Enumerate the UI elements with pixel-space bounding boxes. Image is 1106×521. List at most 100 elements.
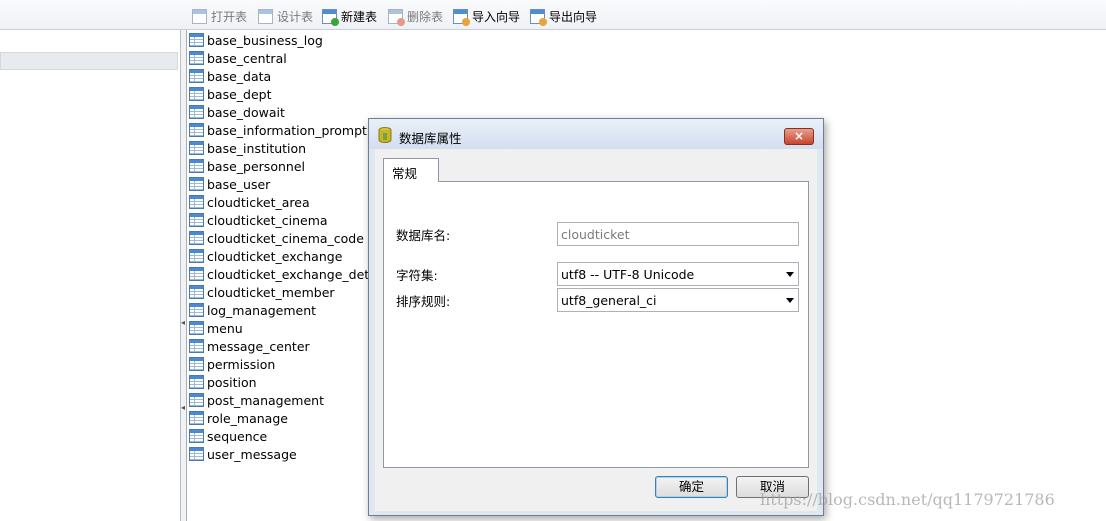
table-name: base_data (207, 68, 272, 84)
export-wizard-button[interactable]: 导出向导 (530, 6, 597, 26)
pane-splitter[interactable] (181, 30, 187, 521)
table-icon (189, 249, 204, 263)
ok-button[interactable]: 确定 (655, 476, 728, 498)
db-name-value: cloudticket (561, 227, 630, 242)
table-icon (189, 411, 204, 425)
table-item[interactable]: base_user (189, 175, 270, 193)
collation-label: 排序规则: (396, 294, 451, 309)
table-icon (189, 105, 204, 119)
table-item[interactable]: base_personnel (189, 157, 305, 175)
table-icon (189, 33, 204, 47)
dialog-title: 数据库属性 (399, 131, 462, 146)
table-item[interactable]: permission (189, 355, 275, 373)
open-table-button[interactable]: 打开表 (192, 6, 247, 26)
table-name: base_information_prompt (207, 122, 367, 138)
chevron-down-icon (786, 298, 794, 303)
collation-select[interactable]: utf8_general_ci (557, 288, 799, 312)
collapse-left-icon[interactable]: ◂ (181, 318, 185, 328)
charset-label: 字符集: (396, 268, 438, 283)
table-item[interactable]: post_management (189, 391, 324, 409)
table-name: cloudticket_member (207, 284, 335, 300)
delete-table-label: 删除表 (407, 9, 444, 24)
table-item[interactable]: menu (189, 319, 243, 337)
table-item[interactable]: role_manage (189, 409, 288, 427)
collation-value: utf8_general_ci (561, 293, 657, 308)
table-item[interactable]: user_message (189, 445, 297, 463)
table-item[interactable]: base_dowait (189, 103, 285, 121)
table-name: sequence (207, 428, 268, 444)
table-list: base_business_log base_central base_data… (189, 30, 389, 521)
import-wizard-icon (453, 8, 470, 26)
design-table-icon (258, 8, 273, 24)
table-item[interactable]: sequence (189, 427, 267, 445)
table-item[interactable]: cloudticket_member (189, 283, 335, 301)
table-item[interactable]: base_data (189, 67, 271, 85)
table-name: base_personnel (207, 158, 305, 174)
table-item[interactable]: position (189, 373, 257, 391)
table-item[interactable]: cloudticket_exchange_detail (189, 265, 384, 283)
connection-tree-pane[interactable] (0, 30, 181, 521)
tab-general[interactable]: 常规 (383, 158, 439, 182)
table-item[interactable]: cloudticket_area (189, 193, 310, 211)
import-wizard-label: 导入向导 (472, 9, 521, 24)
table-name: role_manage (207, 410, 288, 426)
table-icon (189, 213, 204, 227)
table-icon (189, 231, 204, 245)
watermark: https://blog.csdn.net/qq1179721786 (760, 490, 1055, 509)
table-name: permission (207, 356, 276, 372)
export-wizard-icon (530, 8, 547, 26)
new-table-button[interactable]: 新建表 (322, 6, 377, 26)
table-item[interactable]: cloudticket_cinema (189, 211, 328, 229)
table-item[interactable]: base_information_prompt (189, 121, 367, 139)
db-name-label: 数据库名: (396, 228, 451, 243)
general-tab-panel: 数据库名: cloudticket 字符集: utf8 -- UTF-8 Uni… (383, 181, 809, 468)
table-item[interactable]: log_management (189, 301, 316, 319)
table-name: cloudticket_exchange (207, 248, 343, 264)
table-icon (189, 285, 204, 299)
table-icon (189, 303, 204, 317)
table-item[interactable]: base_business_log (189, 31, 323, 49)
delete-table-button[interactable]: 删除表 (388, 6, 443, 26)
table-icon (189, 357, 204, 371)
table-item[interactable]: base_institution (189, 139, 306, 157)
table-icon (189, 429, 204, 443)
dialog-title-bar[interactable]: 数据库属性 × (369, 119, 823, 149)
table-name: message_center (207, 338, 310, 354)
table-name: cloudticket_area (207, 194, 310, 210)
chevron-down-icon (786, 272, 794, 277)
open-table-icon (192, 8, 207, 24)
table-item[interactable]: cloudticket_cinema_code (189, 229, 364, 247)
new-table-icon (322, 8, 339, 26)
table-icon (189, 393, 204, 407)
design-table-button[interactable]: 设计表 (258, 6, 313, 26)
charset-value: utf8 -- UTF-8 Unicode (561, 267, 695, 282)
database-properties-dialog: 数据库属性 × 常规 数据库名: cloudticket 字符集: utf8 -… (368, 118, 824, 516)
import-wizard-button[interactable]: 导入向导 (453, 6, 520, 26)
charset-select[interactable]: utf8 -- UTF-8 Unicode (557, 262, 799, 286)
table-name: log_management (207, 302, 317, 318)
table-name: base_institution (207, 140, 307, 156)
table-icon (189, 159, 204, 173)
table-icon (189, 375, 204, 389)
db-name-field[interactable]: cloudticket (557, 222, 799, 246)
table-name: post_management (207, 392, 324, 408)
table-icon (189, 267, 204, 281)
table-item[interactable]: message_center (189, 337, 310, 355)
table-item[interactable]: base_dept (189, 85, 272, 103)
table-item[interactable]: cloudticket_exchange (189, 247, 342, 265)
table-name: position (207, 374, 257, 390)
table-name: menu (207, 320, 243, 336)
table-item[interactable]: base_central (189, 49, 287, 67)
table-name: cloudticket_exchange_detail (207, 266, 384, 282)
table-icon (189, 87, 204, 101)
table-icon (189, 69, 204, 83)
table-icon (189, 447, 204, 461)
selected-tree-node[interactable] (0, 52, 178, 70)
table-name: base_user (207, 176, 271, 192)
table-icon (189, 177, 204, 191)
database-icon (378, 127, 392, 143)
new-table-label: 新建表 (341, 9, 378, 24)
close-button[interactable]: × (784, 128, 814, 145)
collapse-left-icon-lower[interactable]: ◂ (181, 403, 185, 413)
table-name: cloudticket_cinema_code (207, 230, 364, 246)
